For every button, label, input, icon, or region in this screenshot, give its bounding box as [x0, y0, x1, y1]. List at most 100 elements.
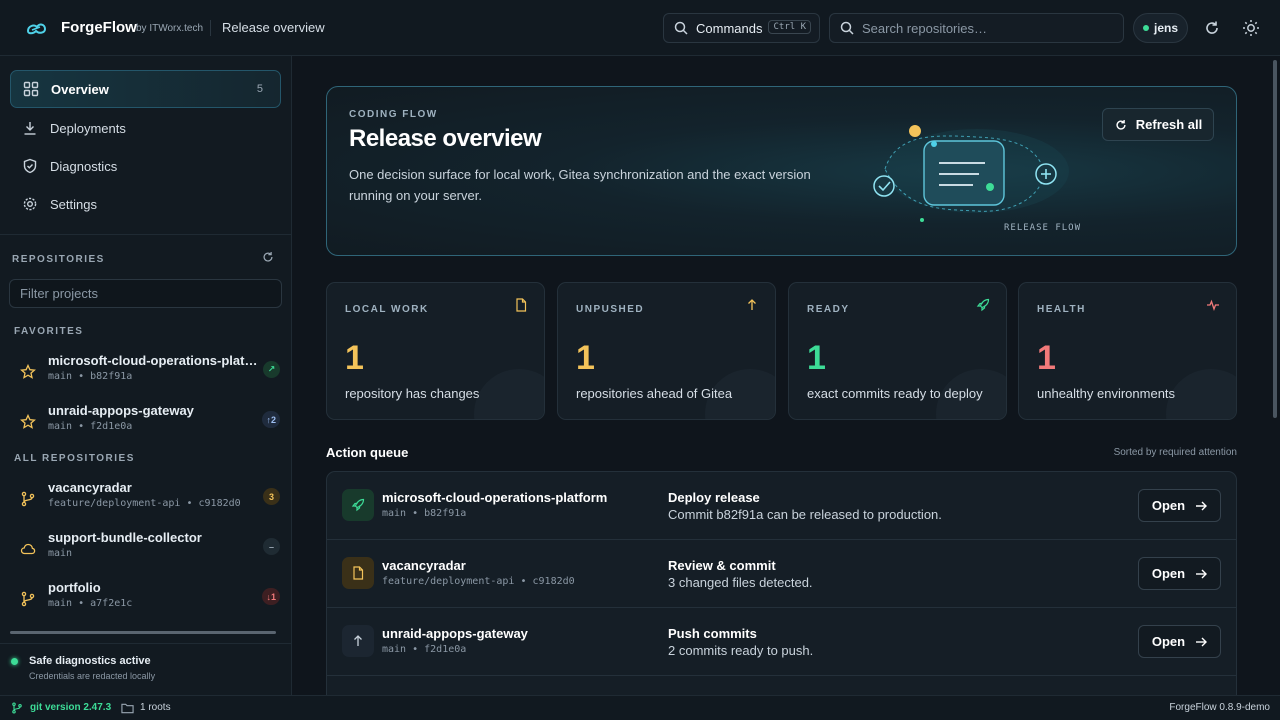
queue-row: unraid-appops-gateway main • f2d1e0a Pus… [327, 608, 1236, 676]
hero-title: Release overview [349, 125, 542, 152]
status-bar: git version 2.47.3 1 roots ForgeFlow 0.8… [0, 695, 1280, 720]
release-flow-illustration [873, 125, 1069, 222]
arrow-right-icon [1196, 637, 1208, 646]
queue-repo-name: vacancyradar [382, 558, 466, 573]
all-repositories-heading: ALL REPOSITORIES [14, 453, 135, 464]
search-icon [840, 21, 854, 35]
queue-row-icon [342, 625, 374, 657]
queue-repo-name: microsoft-cloud-operations-platform [382, 490, 608, 505]
queue-action: Push commits [668, 626, 757, 641]
search-input[interactable] [862, 20, 1112, 36]
repo-status-badge: ↗ [263, 361, 280, 378]
diagnostics-title: Safe diagnostics active [29, 655, 151, 667]
branch-icon [21, 491, 35, 507]
sun-icon[interactable] [1242, 19, 1260, 37]
cloud-icon [20, 543, 36, 555]
star-icon[interactable] [20, 364, 36, 380]
folder-icon [121, 703, 134, 714]
nav-overview[interactable]: Overview 5 [10, 70, 281, 108]
favorites-heading: FAVORITES [14, 326, 84, 337]
forgeflow-logo-icon[interactable] [24, 18, 48, 38]
sidebar-scrollbar[interactable] [10, 631, 276, 634]
nav-deployments[interactable]: Deployments [10, 109, 281, 147]
stat-label: HEALTH [1037, 304, 1086, 315]
open-button[interactable]: Open [1138, 489, 1221, 522]
refresh-all-button[interactable]: Refresh all [1102, 108, 1214, 141]
shield-icon [23, 158, 37, 174]
commands-shortcut: Ctrl K [768, 20, 811, 34]
queue-repo-meta: main • f2d1e0a [382, 644, 467, 655]
stat-value: 1 [345, 339, 364, 377]
queue-row: vacancyradar feature/deployment-api • c9… [327, 540, 1236, 608]
repo-item[interactable]: vacancyradar feature/deployment-api • c9… [10, 480, 282, 522]
user-menu[interactable]: jens [1133, 13, 1188, 43]
refresh-icon[interactable] [1203, 19, 1221, 37]
app-version: ForgeFlow 0.8.9-demo [1169, 702, 1270, 713]
repo-item[interactable]: microsoft-cloud-operations-platform main… [10, 353, 282, 395]
roots-count: 1 roots [140, 702, 171, 713]
queue-detail: 3 changed files detected. [668, 575, 813, 590]
diagnostics-status-icon [11, 658, 18, 665]
stat-card-unpushed[interactable]: UNPUSHED 1 repositories ahead of Gitea [557, 282, 776, 420]
rocket-icon [351, 498, 365, 512]
repo-status-badge: 3 [263, 488, 280, 505]
nav-label: Overview [51, 81, 109, 97]
stat-label: UNPUSHED [576, 304, 645, 315]
stat-card-local-work[interactable]: LOCAL WORK 1 repository has changes [326, 282, 545, 420]
download-icon [24, 122, 36, 135]
repo-item[interactable]: support-bundle-collector main – [10, 530, 282, 572]
stat-value: 1 [576, 339, 595, 377]
divider [210, 20, 211, 36]
search-icon [674, 21, 688, 35]
release-flow-label: RELEASE FLOW [1004, 223, 1082, 233]
arrow-right-icon [1196, 569, 1208, 578]
sidebar: Overview 5 Deployments Diagnostics Setti… [0, 56, 292, 720]
arrow-up-icon [748, 299, 756, 310]
action-queue-sort-label: Sorted by required attention [1113, 447, 1237, 458]
hero-panel: CODING FLOW Release overview One decisio… [326, 86, 1237, 256]
hero-description: One decision surface for local work, Git… [349, 167, 811, 203]
repo-meta: main • a7f2e1c [48, 598, 133, 609]
stat-card-health[interactable]: HEALTH 1 unhealthy environments [1018, 282, 1237, 420]
open-button[interactable]: Open [1138, 625, 1221, 658]
diagnostics-subtitle: Credentials are redacted locally [29, 671, 156, 681]
repository-search[interactable] [829, 13, 1124, 43]
queue-row-icon [342, 489, 374, 521]
brand-by: by ITWorx.tech [136, 23, 204, 34]
repo-item[interactable]: portfolio main • a7f2e1c ↓1 [10, 580, 282, 622]
refresh-repositories-icon[interactable] [261, 250, 275, 264]
stat-description: unhealthy environments [1037, 386, 1176, 401]
repo-item[interactable]: unraid-appops-gateway main • f2d1e0a ↑2 [10, 403, 282, 445]
rocket-icon [976, 298, 990, 312]
repo-meta: main • b82f91a [48, 371, 133, 382]
open-button[interactable]: Open [1138, 557, 1221, 590]
stat-description: exact commits ready to deploy [807, 386, 983, 401]
repo-name: support-bundle-collector [48, 530, 202, 545]
top-bar: ForgeFlow by ITWorx.tech Release overvie… [0, 0, 1280, 56]
open-label: Open [1151, 634, 1186, 649]
nav-diagnostics[interactable]: Diagnostics [10, 147, 281, 185]
repo-status-badge: – [263, 538, 280, 555]
commands-button[interactable]: Commands Ctrl K [663, 13, 820, 43]
stat-value: 1 [1037, 339, 1056, 377]
open-label: Open [1151, 498, 1186, 513]
divider [0, 643, 291, 644]
branch-icon [12, 702, 22, 714]
nav-label: Settings [50, 196, 97, 212]
pulse-icon [1207, 299, 1219, 311]
open-label: Open [1151, 566, 1186, 581]
online-status-icon [1142, 25, 1149, 31]
brand-name[interactable]: ForgeFlow [61, 19, 137, 36]
divider [0, 234, 291, 235]
filter-projects-input[interactable] [9, 279, 282, 308]
queue-detail: Commit b82f91a can be released to produc… [668, 507, 942, 522]
repo-name: unraid-appops-gateway [48, 403, 194, 418]
nav-settings[interactable]: Settings [10, 185, 281, 223]
refresh-icon [1116, 119, 1126, 130]
stat-description: repository has changes [345, 386, 480, 401]
nav-count: 5 [256, 83, 263, 95]
main-scrollbar[interactable] [1273, 60, 1277, 418]
gear-icon [23, 197, 37, 211]
stat-card-ready[interactable]: READY 1 exact commits ready to deploy [788, 282, 1007, 420]
star-icon[interactable] [20, 414, 36, 430]
